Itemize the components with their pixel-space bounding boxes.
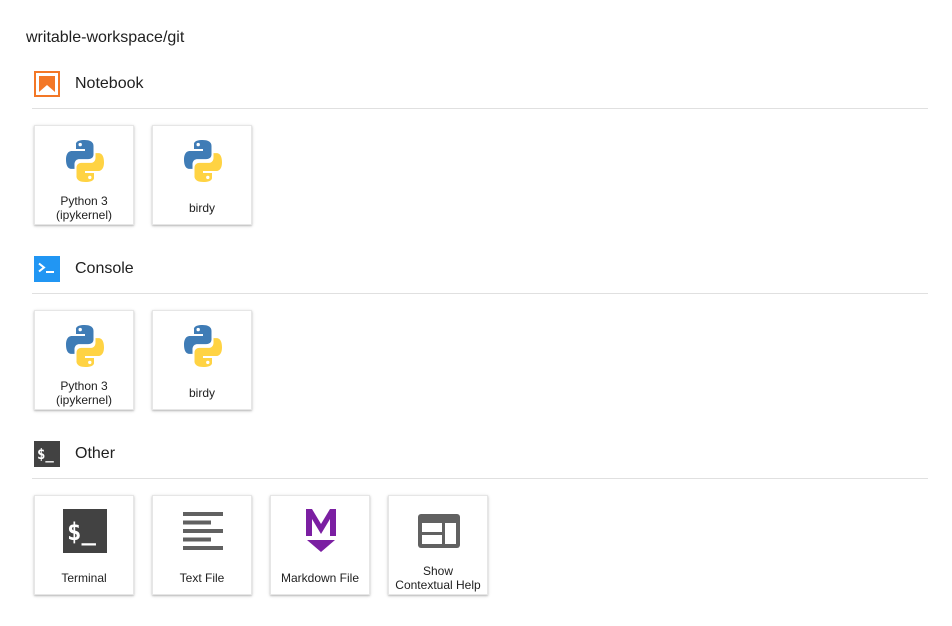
card-label: Terminal: [61, 571, 107, 585]
section-header-console: Console: [32, 253, 928, 294]
card-label-line2: (ipykernel): [55, 208, 112, 222]
text-file-icon: [183, 512, 223, 550]
card-text-file[interactable]: Text File: [152, 495, 252, 595]
terminal-icon: $_: [63, 509, 107, 553]
notebook-icon: [34, 71, 60, 97]
card-label-line1: Python 3: [60, 379, 108, 393]
card-label: Python 3 (ipykernel): [37, 194, 131, 222]
cards-other: $_ Terminal Text File Markdown File Show…: [32, 479, 928, 599]
python-icon: [184, 140, 222, 182]
python-icon: [66, 140, 104, 182]
card-notebook-python3[interactable]: Python 3 (ipykernel): [34, 125, 134, 225]
card-terminal[interactable]: $_ Terminal: [34, 495, 134, 595]
section-header-other: $_ Other: [32, 438, 928, 479]
python-icon: [66, 325, 104, 367]
card-contextual-help[interactable]: Show Contextual Help: [388, 495, 488, 595]
cards-notebook: Python 3 (ipykernel) birdy: [32, 109, 928, 229]
markdown-icon: [306, 509, 336, 552]
card-label-line1: Python 3: [60, 194, 108, 208]
section-header-notebook: Notebook: [32, 68, 928, 109]
launcher: writable-workspace/git Notebook Python 3: [0, 0, 952, 626]
section-label-notebook: Notebook: [75, 75, 144, 92]
console-icon: [34, 256, 60, 282]
card-markdown-file[interactable]: Markdown File: [270, 495, 370, 595]
terminal-small-icon: $_: [34, 441, 60, 467]
card-label-line2: (ipykernel): [55, 393, 112, 407]
card-label-line2: Contextual Help: [395, 578, 481, 592]
section-other: $_ Other $_ Terminal Text File Markdown …: [32, 438, 928, 599]
card-label: Python 3 (ipykernel): [37, 379, 131, 407]
svg-text:$_: $_: [37, 447, 54, 463]
workspace-path: writable-workspace/git: [26, 29, 185, 46]
card-label: birdy: [188, 201, 215, 215]
cards-console: Python 3 (ipykernel) birdy: [32, 294, 928, 414]
card-console-birdy[interactable]: birdy: [152, 310, 252, 410]
contextual-help-icon: [418, 514, 460, 548]
python-icon: [184, 325, 222, 367]
section-label-other: Other: [75, 445, 116, 462]
section-console: Console Python 3 (ipykernel) birdy: [32, 253, 928, 414]
card-notebook-birdy[interactable]: birdy: [152, 125, 252, 225]
card-console-python3[interactable]: Python 3 (ipykernel): [34, 310, 134, 410]
card-label-line1: Show: [422, 564, 454, 578]
card-label: Text File: [179, 571, 225, 585]
card-label: Markdown File: [280, 571, 360, 585]
card-label: birdy: [188, 386, 215, 400]
section-label-console: Console: [75, 260, 134, 277]
section-notebook: Notebook Python 3 (ipykernel) birdy: [32, 68, 928, 229]
svg-text:$_: $_: [67, 518, 96, 546]
card-label: Show Contextual Help: [391, 564, 485, 592]
